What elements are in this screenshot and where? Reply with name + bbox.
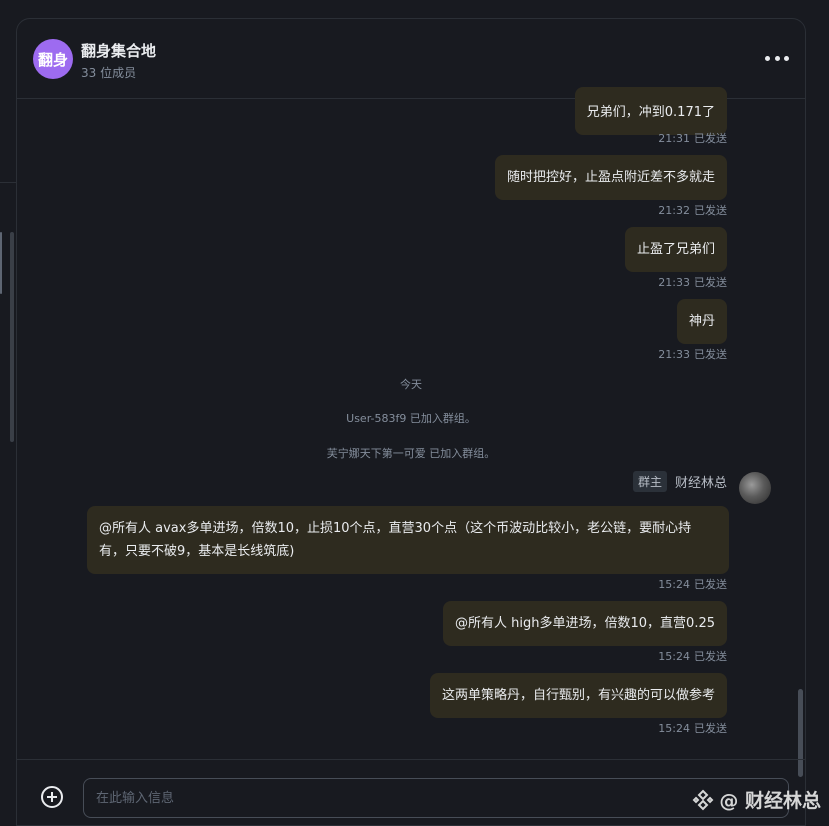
more-horizontal-icon[interactable] xyxy=(765,49,789,67)
message-bubble: 止盈了兄弟们 xyxy=(624,227,727,272)
system-notice: 芙宁娜天下第一可爱 已加入群组。 xyxy=(326,447,496,460)
message-time: 21:33 xyxy=(658,276,690,289)
message-status: 已发送 xyxy=(694,204,727,217)
message-time: 21:33 xyxy=(658,348,690,361)
message-text: 兄弟们，冲到0.171了 xyxy=(586,105,715,120)
left-panel-selection-marker xyxy=(0,232,2,294)
left-panel-scrollbar[interactable] xyxy=(10,232,14,442)
message-meta: 15:24 已发送 xyxy=(658,720,727,736)
message-text: 这两单策略丹，自行甄别，有兴趣的可以做参考 xyxy=(441,688,715,703)
message-composer xyxy=(17,759,805,825)
message-meta: 15:24 已发送 xyxy=(658,576,727,592)
message-meta: 21:32 已发送 xyxy=(658,202,727,218)
message-bubble: 兄弟们，冲到0.171了 xyxy=(574,87,727,135)
plus-circle-icon[interactable] xyxy=(41,786,63,808)
message-meta: 15:24 已发送 xyxy=(658,648,727,664)
message-meta: 21:33 已发送 xyxy=(658,346,727,362)
message-status: 已发送 xyxy=(694,578,727,591)
chat-panel: 翻身 翻身集合地 33 位成员 兄弟们，冲到0.171了 21:31 已发送 随时… xyxy=(16,18,806,826)
message-meta: 21:33 已发送 xyxy=(658,274,727,290)
message-time: 15:24 xyxy=(658,650,690,663)
message-status: 已发送 xyxy=(694,650,727,663)
system-notice: User-583f9 已加入群组。 xyxy=(346,412,476,425)
more-dot xyxy=(774,55,780,61)
message-bubble: 随时把控好，止盈点附近差不多就走 xyxy=(494,155,727,200)
watermark-text: @ 财经林总 xyxy=(719,790,821,812)
more-dot xyxy=(784,55,789,61)
message-meta: 21:31 已发送 xyxy=(658,130,727,146)
message-bubble: 神丹 xyxy=(676,299,727,344)
message-bubble: @所有人 high多单进场，倍数10，直营0.25 xyxy=(443,601,727,646)
message-status: 已发送 xyxy=(694,132,727,145)
message-text: @所有人 high多单进场，倍数10，直营0.25 xyxy=(455,616,715,631)
group-name: 翻身集合地 xyxy=(81,42,157,60)
more-dot xyxy=(765,55,770,61)
message-list: 兄弟们，冲到0.171了 21:31 已发送 随时把控好，止盈点附近差不多就走 2… xyxy=(17,87,805,777)
message-text: 神丹 xyxy=(688,314,715,329)
message-status: 已发送 xyxy=(694,348,727,361)
member-count[interactable]: 33 位成员 xyxy=(81,64,136,81)
left-panel-divider xyxy=(0,182,16,183)
message-time: 15:24 xyxy=(658,578,690,591)
sender-name[interactable]: 财经林总 xyxy=(675,472,727,491)
message-bubble: 这两单策略丹，自行甄别，有兴趣的可以做参考 xyxy=(429,673,727,718)
date-divider: 今天 xyxy=(400,378,422,391)
message-text: 止盈了兄弟们 xyxy=(636,242,715,257)
message-status: 已发送 xyxy=(694,276,727,289)
message-text: @所有人 avax多单进场，倍数10，止损10个点，直营30个点（这个币波动比较… xyxy=(99,521,692,559)
message-time: 21:31 xyxy=(658,132,690,145)
message-bubble: @所有人 avax多单进场，倍数10，止损10个点，直营30个点（这个币波动比较… xyxy=(87,506,729,574)
role-badge: 群主 xyxy=(632,471,667,492)
message-status: 已发送 xyxy=(694,722,727,735)
group-avatar[interactable]: 翻身 xyxy=(33,39,73,79)
watermark: @ 财经林总 xyxy=(691,786,821,813)
message-time: 21:32 xyxy=(658,204,690,217)
sender-avatar[interactable] xyxy=(739,472,771,504)
message-text: 随时把控好，止盈点附近差不多就走 xyxy=(506,170,715,185)
message-time: 15:24 xyxy=(658,722,690,735)
sender-row: 群主 财经林总 xyxy=(632,471,727,492)
left-panel-edge xyxy=(0,0,16,826)
binance-icon xyxy=(692,789,714,810)
message-input[interactable] xyxy=(83,778,789,818)
